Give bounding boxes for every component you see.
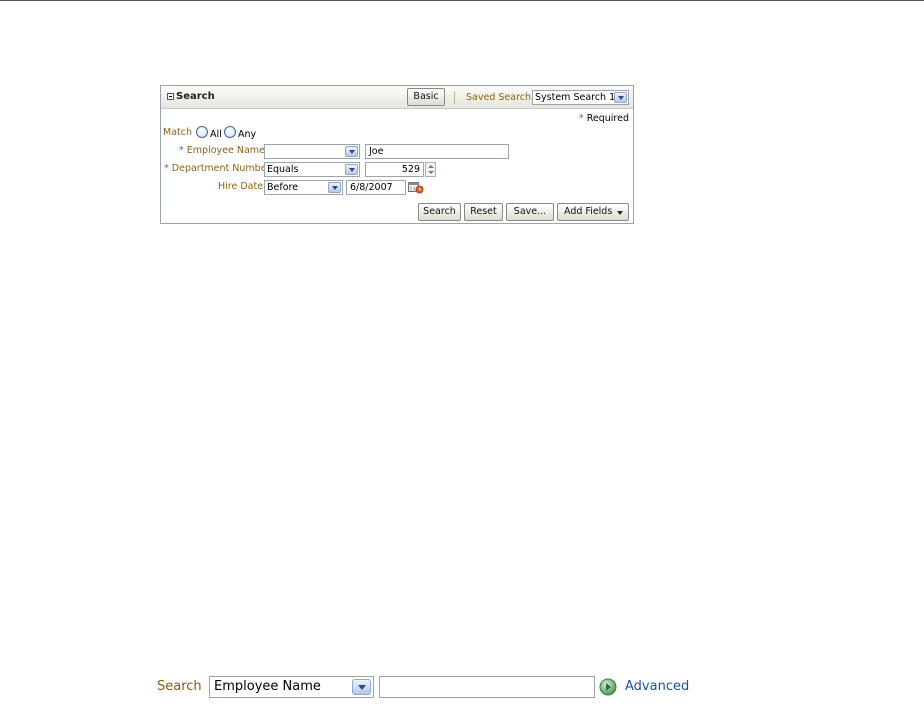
simple-search-input[interactable] — [379, 676, 595, 698]
saved-search-value: System Search 1 — [535, 92, 616, 103]
required-star: * — [164, 163, 169, 174]
department-number-operator: Equals — [267, 164, 299, 175]
header-separator — [454, 91, 455, 104]
saved-search-select[interactable]: System Search 1 — [532, 90, 629, 105]
spinner-icon[interactable] — [425, 162, 436, 177]
reset-button[interactable]: Reset — [464, 203, 503, 221]
dropdown-arrow-icon[interactable] — [345, 164, 358, 175]
employee-name-label: * Employee Name — [179, 145, 265, 156]
dropdown-arrow-icon[interactable] — [614, 92, 627, 103]
dropdown-arrow-icon[interactable] — [345, 146, 358, 157]
match-any-label: Any — [238, 129, 257, 140]
hire-date-input[interactable]: 6/8/2007 — [346, 180, 406, 195]
match-all-label: All — [210, 129, 222, 140]
department-number-label: * Department Number — [164, 163, 270, 174]
search-panel: Search Basic Saved Search System Search … — [160, 85, 634, 224]
dropdown-arrow-icon[interactable] — [328, 182, 341, 193]
spin-down-icon[interactable] — [428, 171, 434, 174]
collapse-icon[interactable] — [167, 93, 174, 100]
calendar-icon[interactable] — [408, 180, 424, 194]
match-any-radio[interactable] — [224, 126, 236, 138]
required-star: * — [578, 113, 584, 124]
add-fields-button[interactable]: Add Fields — [557, 203, 629, 221]
required-text: Required — [586, 113, 629, 124]
hire-date-operator-select[interactable]: Before — [264, 180, 343, 195]
go-arrow-icon[interactable] — [599, 678, 617, 696]
required-note: * Required — [579, 113, 629, 124]
dropdown-arrow-icon[interactable] — [352, 679, 371, 695]
saved-search-label: Saved Search — [466, 92, 532, 103]
employee-name-text: Employee Name — [186, 145, 265, 156]
department-number-text: Department Number — [171, 163, 271, 174]
department-number-operator-select[interactable]: Equals — [264, 162, 360, 177]
add-fields-label: Add Fields — [564, 206, 613, 217]
panel-title: Search — [176, 91, 215, 102]
match-label: Match — [163, 127, 192, 138]
spin-up-icon[interactable] — [428, 165, 434, 168]
save-button[interactable]: Save... — [506, 203, 554, 221]
search-button[interactable]: Search — [418, 203, 461, 221]
hire-date-operator: Before — [267, 182, 299, 193]
top-divider — [0, 0, 924, 1]
required-star: * — [179, 145, 184, 156]
employee-name-input[interactable]: Joe — [365, 144, 509, 159]
simple-search-field-value: Employee Name — [214, 679, 321, 694]
basic-button[interactable]: Basic — [407, 88, 445, 106]
employee-name-operator-select[interactable] — [264, 144, 360, 159]
hire-date-label: Hire Date — [218, 181, 264, 192]
panel-header: Search Basic Saved Search System Search … — [161, 86, 633, 109]
simple-search-field-select[interactable]: Employee Name — [209, 676, 374, 698]
department-number-input[interactable]: 529 — [365, 162, 424, 177]
advanced-link[interactable]: Advanced — [625, 679, 689, 694]
simple-search-label: Search — [157, 679, 202, 694]
match-all-radio[interactable] — [196, 126, 208, 138]
menu-arrow-icon — [617, 211, 623, 215]
